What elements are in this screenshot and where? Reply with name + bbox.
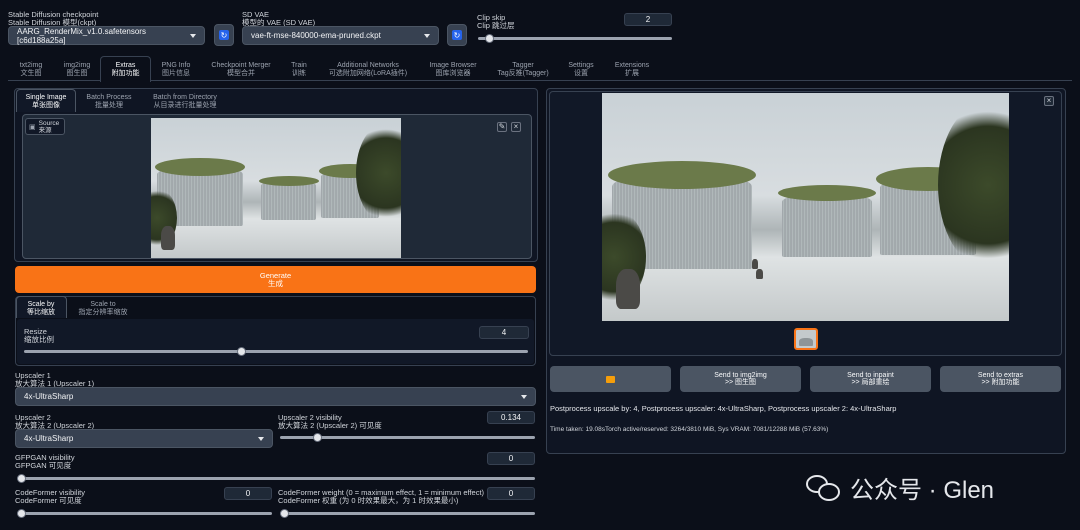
output-image — [602, 93, 1009, 321]
slider-thumb[interactable] — [237, 347, 246, 356]
refresh-icon: ↻ — [219, 30, 229, 40]
codeformer-visibility-number[interactable]: 0 — [224, 487, 272, 500]
watermark: 公众号 · Glen — [806, 470, 994, 505]
slider-thumb[interactable] — [17, 509, 26, 518]
refresh-vae-button[interactable]: ↻ — [447, 24, 467, 46]
open-folder-button[interactable] — [550, 366, 671, 392]
chevron-down-icon — [190, 33, 196, 38]
resize-number[interactable]: 4 — [479, 326, 529, 339]
slider-thumb[interactable] — [485, 34, 494, 43]
upscaler1-select[interactable]: 4x-UltraSharp — [15, 387, 536, 406]
upscaler2-select[interactable]: 4x-UltraSharp — [15, 429, 273, 448]
upscaler1-label: Upscaler 1 放大算法 1 (Upscaler 1) — [15, 371, 95, 388]
watermark-text: 公众号 · Glen — [850, 477, 995, 504]
refresh-icon: ↻ — [452, 30, 462, 40]
checkpoint-label: Stable Diffusion checkpoint Stable Diffu… — [8, 10, 99, 27]
edit-icon[interactable]: ✎ — [497, 122, 507, 132]
chevron-down-icon — [424, 33, 430, 38]
resize-label: Resize 缩放比例 — [24, 327, 54, 344]
codeformer-weight-number[interactable]: 0 — [487, 487, 535, 500]
tab-tagger[interactable]: Tagger Tag反推(Tagger) — [492, 62, 554, 77]
codeformer-weight-label: CodeFormer weight (0 = maximum effect, 1… — [278, 488, 485, 505]
upscaler1-value: 4x-UltraSharp — [24, 392, 74, 401]
upscaler2-visibility-number[interactable]: 0.134 — [487, 411, 535, 424]
upscaler2-visibility-slider[interactable] — [280, 433, 535, 442]
slider-thumb[interactable] — [313, 433, 322, 442]
generate-button[interactable]: Generate 生成 — [15, 266, 536, 293]
gfpgan-label: GFPGAN visibility GFPGAN 可见度 — [15, 453, 75, 470]
tab-extras[interactable]: Extras 附加功能 — [102, 62, 149, 77]
close-icon[interactable]: × — [1044, 96, 1054, 106]
send-to-inpaint-button[interactable]: Send to inpaint >> 局部重绘 — [810, 366, 931, 392]
close-icon[interactable]: × — [511, 122, 521, 132]
timing-info: Time taken: 19.08sTorch active/reserved:… — [550, 426, 829, 433]
codeformer-visibility-slider[interactable] — [17, 509, 272, 518]
chevron-down-icon — [521, 394, 527, 399]
codeformer-weight-slider[interactable] — [280, 509, 535, 518]
resize-box — [17, 319, 534, 364]
clip-skip-slider[interactable] — [478, 34, 672, 43]
send-to-img2img-button[interactable]: Send to img2img >> 图生图 — [680, 366, 801, 392]
gfpgan-number[interactable]: 0 — [487, 452, 535, 465]
vae-select[interactable]: vae-ft-mse-840000-ema-pruned.ckpt — [242, 26, 439, 45]
source-image — [151, 118, 401, 258]
checkpoint-value: AARG_RenderMix_v1.0.safetensors [c6d188a… — [17, 26, 146, 45]
source-label-chip: ▣ Source 来源 — [25, 118, 65, 135]
clip-skip-number[interactable]: 2 — [624, 13, 672, 26]
gfpgan-slider[interactable] — [17, 474, 535, 483]
tab-png-info[interactable]: PNG Info 图片信息 — [155, 62, 197, 77]
subtab-batch-directory[interactable]: Batch from Directory 从目录进行批量处理 — [146, 94, 224, 109]
checkpoint-select[interactable]: AARG_RenderMix_v1.0.safetensors [c6d188a… — [8, 26, 205, 45]
resize-slider[interactable] — [24, 347, 528, 356]
slider-thumb[interactable] — [17, 474, 26, 483]
output-thumbnail[interactable] — [794, 328, 818, 350]
tab-image-browser[interactable]: Image Browser 图库浏览器 — [424, 62, 482, 77]
tab-settings[interactable]: Settings 设置 — [562, 62, 600, 77]
generation-info: Postprocess upscale by: 4, Postprocess u… — [550, 404, 897, 413]
wechat-icon — [806, 473, 842, 503]
chevron-down-icon — [258, 436, 264, 441]
upscaler2-value: 4x-UltraSharp — [24, 434, 74, 443]
tab-additional-networks[interactable]: Additional Networks 可选附加网络(LoRA插件) — [318, 62, 418, 77]
image-icon: ▣ — [29, 123, 36, 131]
vae-value: vae-ft-mse-840000-ema-pruned.ckpt — [251, 31, 381, 40]
tab-scale-by[interactable]: Scale by 等比缩放 — [18, 301, 64, 316]
tab-img2img[interactable]: img2img 图生图 — [56, 62, 98, 77]
vae-label: SD VAE 模型的 VAE (SD VAE) — [242, 10, 316, 27]
subtab-single-image[interactable]: Single Image 单张图像 — [18, 94, 74, 109]
subtab-batch-process[interactable]: Batch Process 批量处理 — [82, 94, 136, 109]
tab-train[interactable]: Train 训练 — [284, 62, 314, 77]
clip-skip-label: Clip skip Clip 跳过层 — [477, 13, 515, 30]
tab-scale-to[interactable]: Scale to 指定分辨率缩放 — [74, 301, 132, 316]
slider-thumb[interactable] — [280, 509, 289, 518]
tab-checkpoint-merger[interactable]: Checkpoint Merger 模型合并 — [204, 62, 278, 77]
upscaler2-visibility-label: Upscaler 2 visibility 放大算法 2 (Upscaler 2)… — [278, 413, 382, 430]
tab-extensions[interactable]: Extensions 扩展 — [610, 62, 654, 77]
folder-icon — [606, 375, 615, 383]
refresh-checkpoint-button[interactable]: ↻ — [214, 24, 234, 46]
codeformer-visibility-label: CodeFormer visibility CodeFormer 可见度 — [15, 488, 86, 505]
upscaler2-label: Upscaler 2 放大算法 2 (Upscaler 2) — [15, 413, 95, 430]
send-to-extras-button[interactable]: Send to extras >> 附加功能 — [940, 366, 1061, 392]
tab-txt2img[interactable]: txt2img 文生图 — [10, 62, 52, 77]
